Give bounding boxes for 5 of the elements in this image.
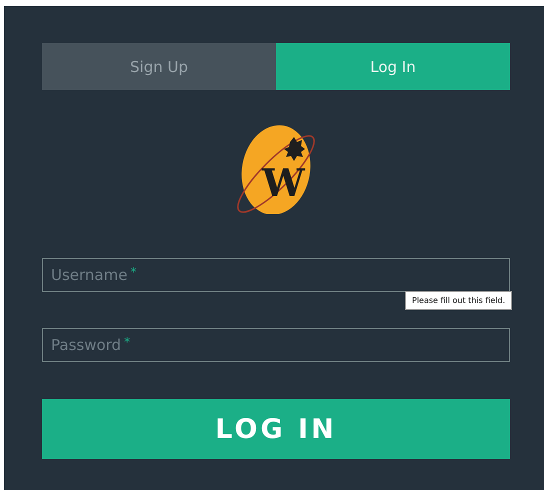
validation-tooltip: Please fill out this field.: [405, 291, 512, 310]
password-field[interactable]: Password *: [42, 328, 510, 362]
tab[interactable]: Sign Up: [42, 43, 276, 90]
login-button[interactable]: LOG IN: [42, 399, 510, 459]
tab[interactable]: Log In: [276, 43, 510, 90]
